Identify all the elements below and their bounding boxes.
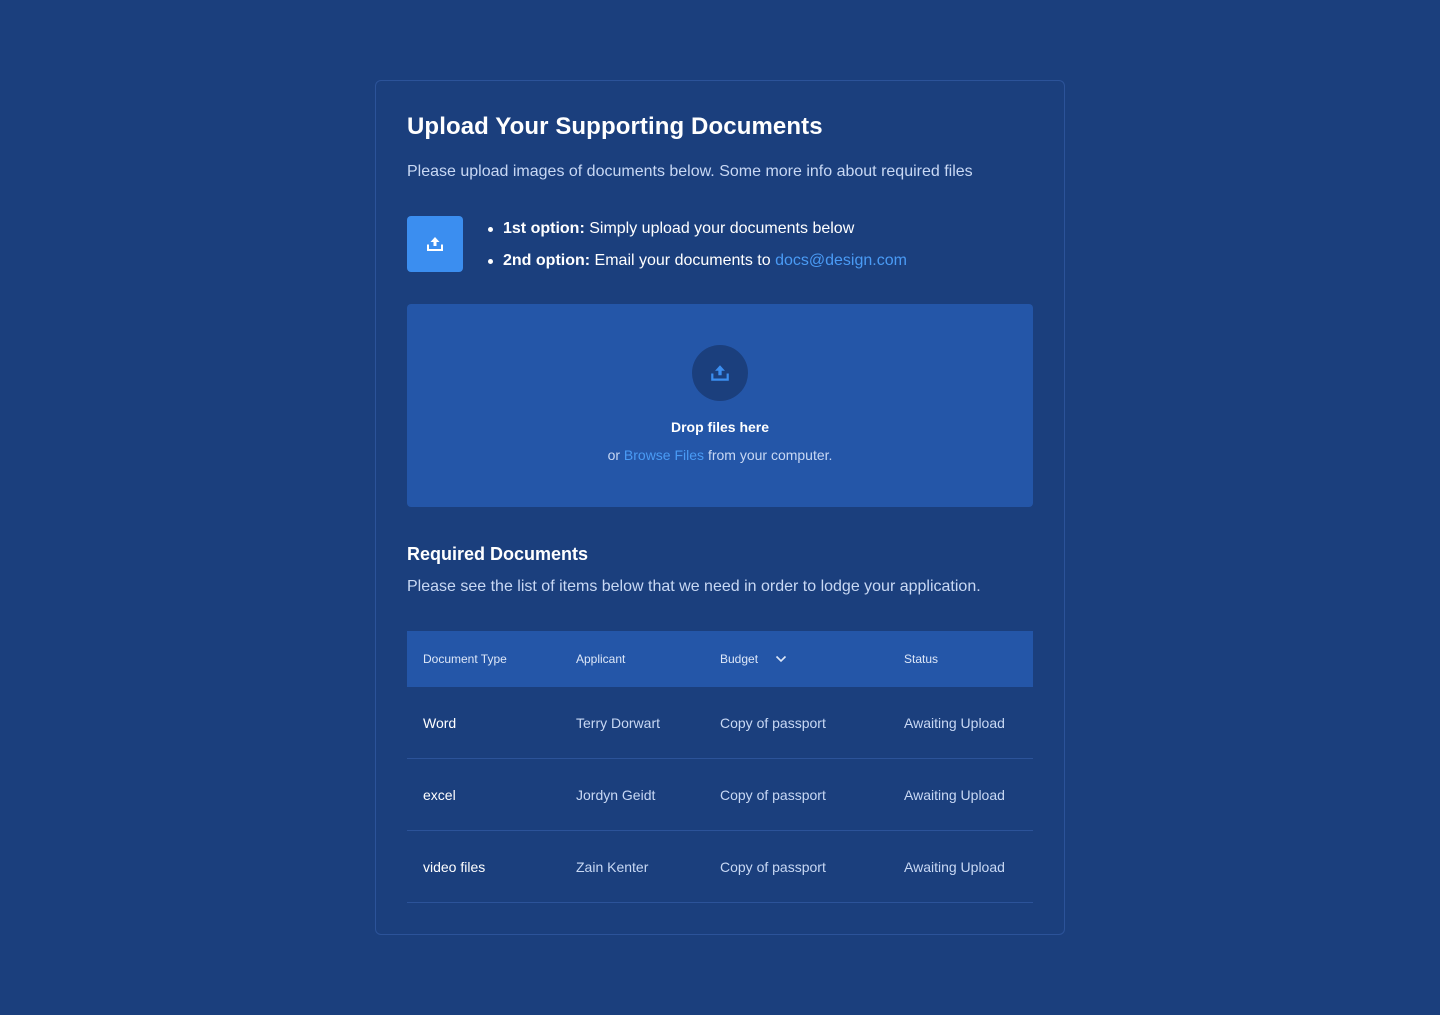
header-budget[interactable]: Budget <box>720 631 787 687</box>
page-title: Upload Your Supporting Documents <box>407 113 823 140</box>
dropzone-subtitle: or Browse Files from your computer. <box>407 447 1033 463</box>
chevron-down-icon[interactable] <box>775 655 787 663</box>
header-document-type: Document Type <box>423 652 507 666</box>
upload-options-list: 1st option: Simply upload your documents… <box>487 218 907 282</box>
cell-status: Awaiting Upload <box>904 859 1005 875</box>
table-row[interactable]: video files Zain Kenter Copy of passport… <box>407 831 1033 903</box>
cell-budget: Copy of passport <box>720 787 826 803</box>
option-first-label: 1st option: <box>503 220 585 237</box>
required-documents-title: Required Documents <box>407 544 589 564</box>
table-row[interactable]: excel Jordyn Geidt Copy of passport Awai… <box>407 759 1033 831</box>
cell-budget: Copy of passport <box>720 859 826 875</box>
header-budget-label: Budget <box>720 652 759 666</box>
option-second: 2nd option: Email your documents to docs… <box>487 250 907 282</box>
dropzone-icon-circle <box>692 345 748 401</box>
cell-applicant: Jordyn Geidt <box>576 787 656 803</box>
header-status: Status <box>904 652 939 666</box>
cell-document-type: Word <box>423 715 457 731</box>
cell-status: Awaiting Upload <box>904 715 1005 731</box>
upload-button[interactable] <box>407 216 463 272</box>
table-row[interactable]: Word Terry Dorwart Copy of passport Awai… <box>407 687 1033 759</box>
option-first: 1st option: Simply upload your documents… <box>487 218 907 250</box>
cell-document-type: excel <box>423 787 456 803</box>
dropzone-title: Drop files here <box>670 419 770 435</box>
documents-table: Document Type Applicant Budget Status Wo… <box>407 631 1033 903</box>
table-header: Document Type Applicant Budget Status <box>407 631 1033 687</box>
cell-applicant: Terry Dorwart <box>576 715 661 731</box>
dropzone-suffix: from your computer. <box>707 447 833 463</box>
email-link[interactable]: docs@design.com <box>775 252 907 269</box>
file-dropzone[interactable]: Drop files here or Browse Files from you… <box>407 304 1033 507</box>
cell-document-type: video files <box>423 859 486 875</box>
cell-budget: Copy of passport <box>720 715 826 731</box>
upload-icon <box>427 237 443 251</box>
required-documents-subtitle: Please see the list of items below that … <box>407 578 981 595</box>
cell-status: Awaiting Upload <box>904 787 1005 803</box>
option-first-text: Simply upload your documents below <box>589 220 855 237</box>
upload-card: Upload Your Supporting Documents Please … <box>375 80 1065 935</box>
option-second-text: Email your documents to <box>594 252 771 269</box>
browse-files-link[interactable]: Browse Files <box>624 447 704 463</box>
option-second-label: 2nd option: <box>503 252 591 269</box>
header-applicant: Applicant <box>576 652 626 666</box>
dropzone-prefix: or <box>607 447 621 463</box>
upload-icon <box>711 365 729 381</box>
cell-applicant: Zain Kenter <box>576 859 649 875</box>
page-subtitle: Please upload images of documents below.… <box>407 163 973 180</box>
